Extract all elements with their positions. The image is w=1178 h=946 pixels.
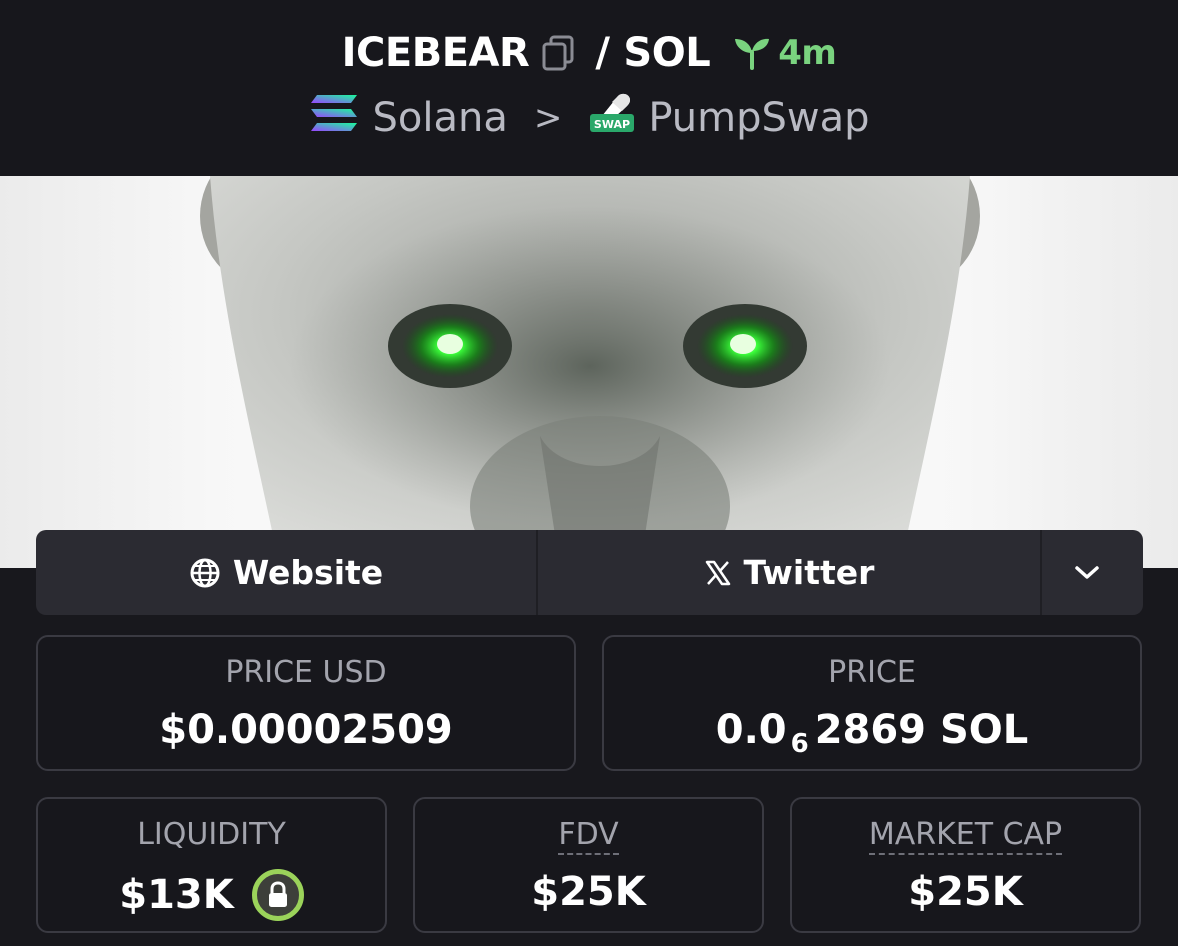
- price-native-value: 0.0 6 2869 SOL: [604, 707, 1140, 759]
- fdv-card[interactable]: FDV $25K: [413, 797, 764, 933]
- price-native-label: PRICE: [828, 655, 916, 690]
- token-banner-image: [0, 176, 1178, 568]
- chevron-down-icon: [1074, 565, 1099, 579]
- x-logo-icon: [705, 560, 730, 585]
- globe-icon: [190, 558, 220, 587]
- sprout-icon: [735, 38, 770, 70]
- copy-icon[interactable]: [541, 35, 575, 71]
- polar-bear-image: [200, 176, 980, 568]
- liquidity-label: LIQUIDITY: [137, 817, 286, 852]
- pair-separator: /: [595, 30, 610, 76]
- price-prefix: 0.0: [715, 707, 787, 753]
- market-cap-label: MARKET CAP: [792, 817, 1139, 855]
- quote-symbol: SOL: [623, 30, 711, 76]
- market-cap-text: $25K: [908, 869, 1023, 915]
- price-usd-text: $0.00002509: [159, 707, 453, 753]
- price-usd-label: PRICE USD: [225, 655, 387, 690]
- fdv-label-text: FDV: [558, 817, 619, 855]
- price-usd-value: $0.00002509: [38, 707, 574, 753]
- fdv-value: $25K: [415, 869, 762, 915]
- market-cap-value: $25K: [792, 869, 1139, 915]
- solana-icon: [309, 93, 359, 143]
- pair-header: ICEBEAR / SOL 4m Solana > SWAP PumpSwap: [0, 0, 1178, 176]
- liquidity-text: $13K: [119, 872, 234, 918]
- price-usd-card: PRICE USD $0.00002509: [36, 635, 576, 771]
- pair-age-text: 4m: [778, 33, 837, 73]
- price-zero-count: 6: [790, 729, 809, 759]
- liquidity-card: LIQUIDITY $13K: [36, 797, 387, 933]
- dex-name[interactable]: PumpSwap: [648, 95, 869, 141]
- price-digits: 2869 SOL: [814, 707, 1029, 753]
- social-links-bar: Website Twitter: [36, 530, 1143, 615]
- liquidity-value: $13K: [38, 869, 385, 921]
- market-cap-card[interactable]: MARKET CAP $25K: [790, 797, 1141, 933]
- swap-badge-text: SWAP: [594, 118, 630, 131]
- website-label: Website: [232, 553, 384, 592]
- chain-name[interactable]: Solana: [373, 95, 508, 141]
- pumpswap-icon: SWAP: [588, 92, 636, 144]
- token-symbol: ICEBEAR: [341, 30, 530, 76]
- fdv-text: $25K: [531, 869, 646, 915]
- fdv-label: FDV: [415, 817, 762, 855]
- price-native-card: PRICE 0.0 6 2869 SOL: [602, 635, 1142, 771]
- more-links-button[interactable]: [1042, 530, 1143, 615]
- lock-icon[interactable]: [251, 869, 304, 921]
- chevron-right-icon: >: [533, 98, 563, 138]
- website-button[interactable]: Website: [36, 530, 538, 615]
- pair-age: 4m: [732, 33, 837, 73]
- pair-title: ICEBEAR / SOL 4m: [0, 30, 1178, 76]
- twitter-label: Twitter: [743, 553, 875, 592]
- chain-breadcrumb: Solana > SWAP PumpSwap: [0, 92, 1178, 144]
- twitter-button[interactable]: Twitter: [538, 530, 1042, 615]
- market-cap-label-text: MARKET CAP: [868, 817, 1063, 855]
